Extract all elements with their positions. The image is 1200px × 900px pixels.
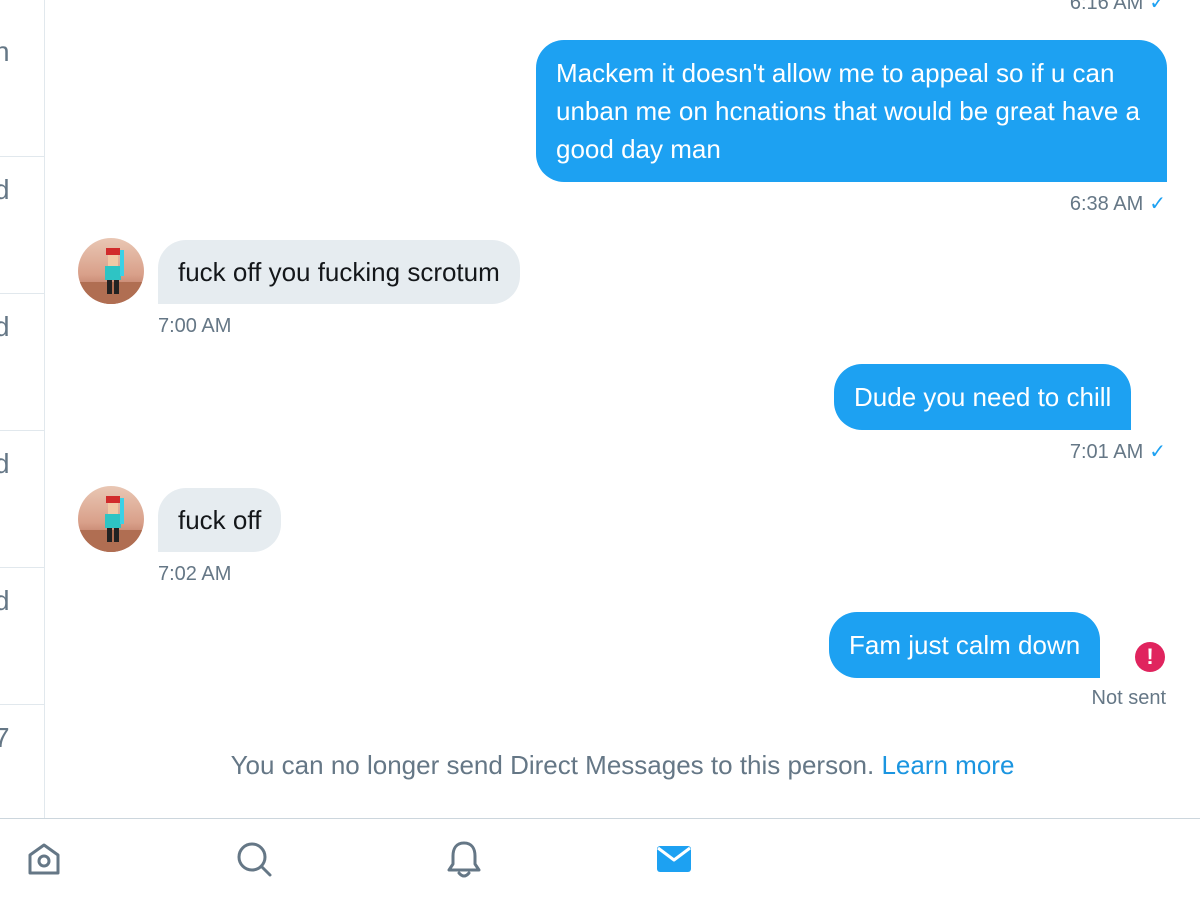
dm-conversation-screen: n d d d d 7 6:16 AM ✓ Mackem it doesn't a… xyxy=(0,0,1200,900)
outgoing-message-bubble[interactable]: Fam just calm down xyxy=(829,612,1101,678)
conversation-list-item-fragment: d xyxy=(0,450,10,478)
conversation-list-item[interactable]: n xyxy=(0,18,44,157)
conversation-list-item[interactable]: 7 xyxy=(0,704,44,818)
notifications-tab[interactable] xyxy=(442,837,486,881)
bottom-tab-bar xyxy=(0,818,1200,900)
messages-icon xyxy=(657,846,691,872)
home-icon xyxy=(28,843,60,875)
cannot-message-notice: You can no longer send Direct Messages t… xyxy=(45,750,1200,781)
not-sent-status: Not sent xyxy=(1091,687,1166,709)
message-thread: 6:16 AM ✓ Mackem it doesn't allow me to a… xyxy=(45,0,1200,818)
message-timestamp: 7:02 AM xyxy=(158,563,232,585)
avatar-image xyxy=(78,238,144,304)
home-tab[interactable] xyxy=(22,837,66,881)
message-timestamp: 7:00 AM xyxy=(158,315,232,337)
checkmark-icon: ✓ xyxy=(1149,0,1166,14)
checkmark-icon: ✓ xyxy=(1149,193,1166,215)
timestamp-text: 6:38 AM xyxy=(1069,193,1144,215)
conversation-list: n d d d d 7 xyxy=(0,0,45,818)
notifications-icon xyxy=(447,841,481,878)
timestamp-text: 6:16 AM xyxy=(1069,0,1144,14)
conversation-list-item[interactable]: d xyxy=(0,293,44,431)
outgoing-message-bubble[interactable]: Dude you need to chill xyxy=(834,364,1132,430)
error-icon[interactable]: ! xyxy=(1135,642,1165,672)
sender-avatar[interactable] xyxy=(78,238,144,304)
learn-more-link[interactable]: Learn more xyxy=(881,750,1014,780)
conversation-list-item-fragment: 7 xyxy=(0,724,10,752)
search-icon xyxy=(237,842,272,877)
search-tab[interactable] xyxy=(232,837,276,881)
incoming-message-bubble[interactable]: fuck off xyxy=(158,488,282,552)
conversation-list-item-fragment: d xyxy=(0,313,10,341)
conversation-list-item-fragment: d xyxy=(0,587,10,615)
outgoing-message-bubble[interactable]: Mackem it doesn't allow me to appeal so … xyxy=(536,40,1167,182)
message-timestamp: 7:01 AM ✓ xyxy=(1070,439,1166,464)
sender-avatar[interactable] xyxy=(78,486,144,552)
checkmark-icon: ✓ xyxy=(1149,441,1166,463)
timestamp-text: 7:01 AM xyxy=(1069,441,1144,463)
messages-tab[interactable] xyxy=(652,837,696,881)
conversation-list-item[interactable]: d xyxy=(0,567,44,705)
conversation-list-item-fragment: n xyxy=(0,38,10,66)
conversation-list-item[interactable]: d xyxy=(0,430,44,568)
message-timestamp: 6:16 AM ✓ xyxy=(1070,0,1166,15)
avatar-image xyxy=(78,486,144,552)
conversation-list-item[interactable]: d xyxy=(0,156,44,294)
message-timestamp: 6:38 AM ✓ xyxy=(1070,191,1166,216)
notice-text: You can no longer send Direct Messages t… xyxy=(230,750,875,780)
conversation-list-item-fragment: d xyxy=(0,176,10,204)
incoming-message-bubble[interactable]: fuck off you fucking scrotum xyxy=(158,240,520,304)
